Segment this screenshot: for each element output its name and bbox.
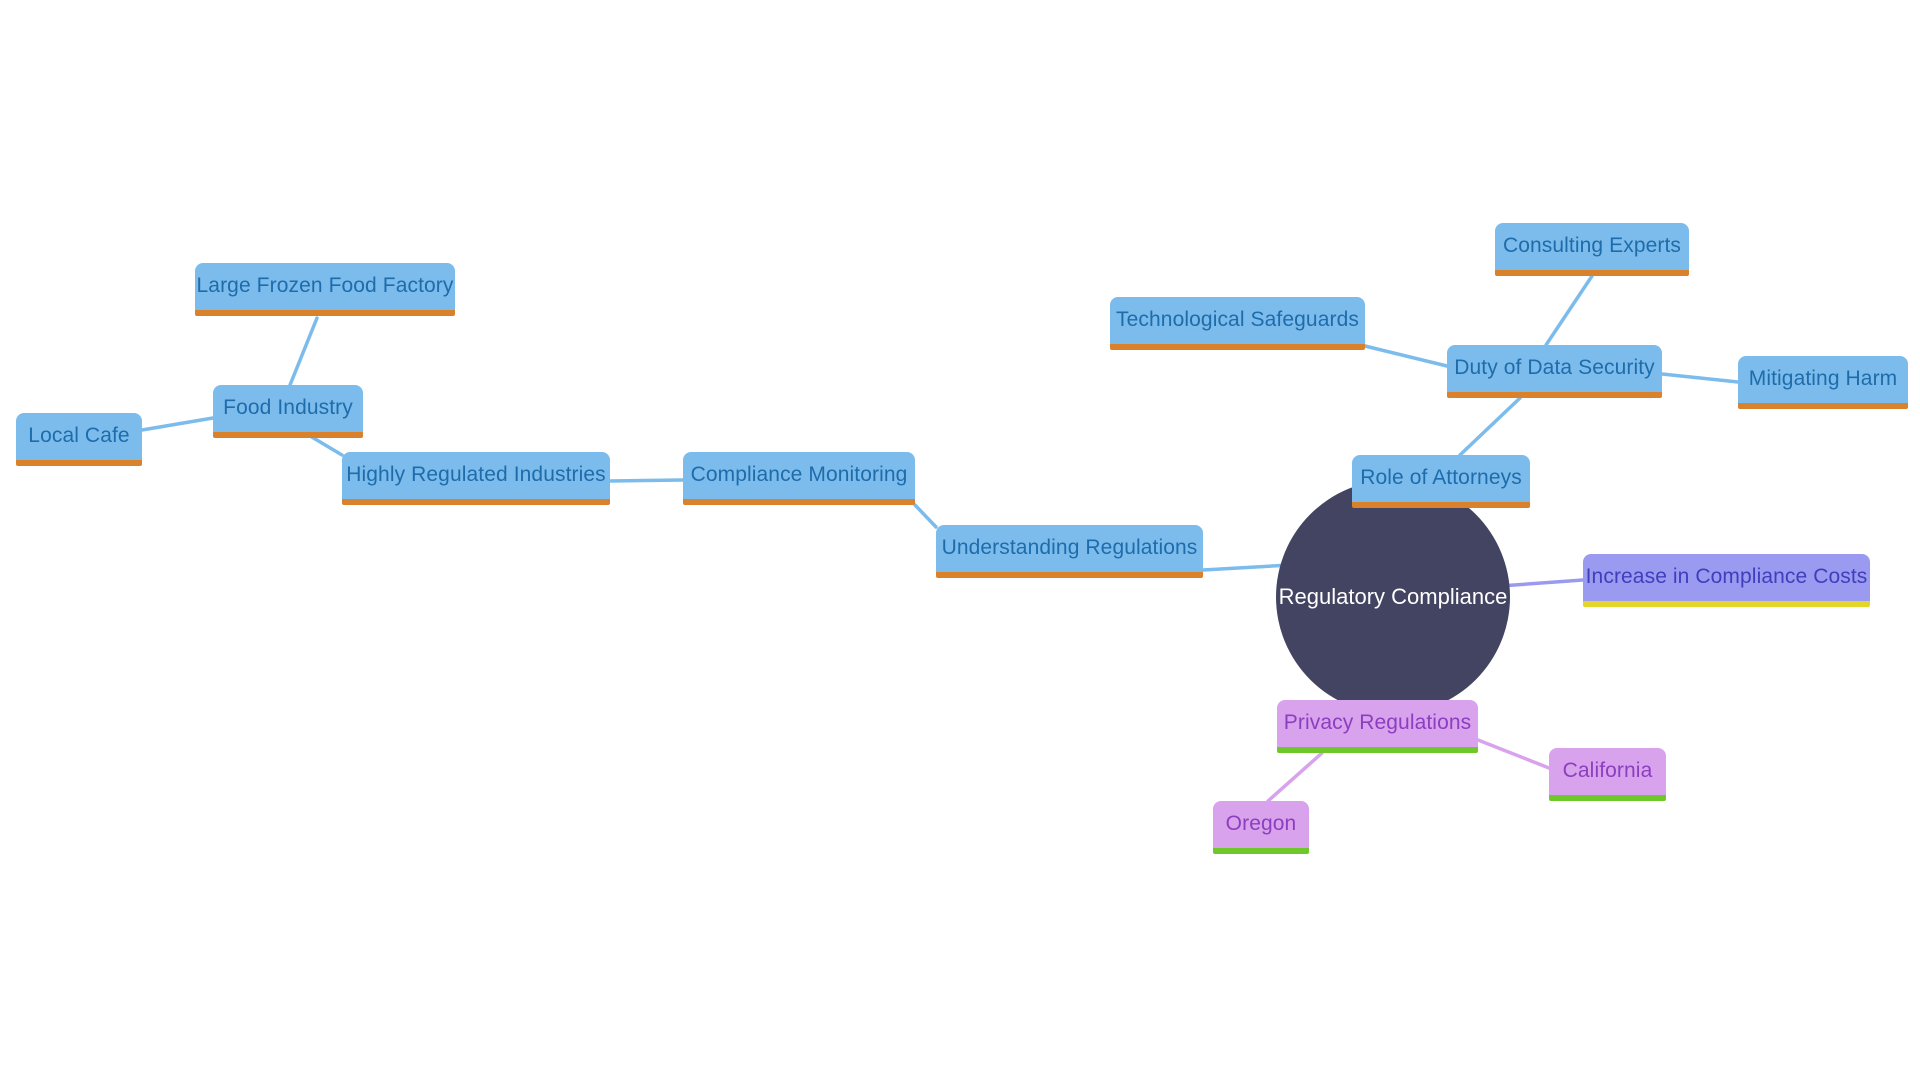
root-node-label: Regulatory Compliance [1278,584,1508,610]
node-label-food-industry: Food Industry [223,396,353,420]
node-label-privacy-regulations: Privacy Regulations [1283,711,1472,735]
edge-privacy-regulations-california [1476,738,1551,770]
edge-compliance-monitoring-highly-regulated-industries [608,478,685,483]
node-food-industry[interactable]: Food Industry [213,385,363,438]
edge-root-understanding-regulations [1201,563,1292,572]
edge-duty-of-data-security-consulting-experts [1544,274,1594,347]
edge-duty-of-data-security-technological-safeguards [1363,344,1449,368]
node-label-increase-in-compliance-costs: Increase in Compliance Costs [1585,565,1868,589]
node-privacy-regulations[interactable]: Privacy Regulations [1277,700,1478,753]
edge-privacy-regulations-oregon [1266,751,1324,803]
node-label-oregon: Oregon [1225,812,1297,836]
node-local-cafe[interactable]: Local Cafe [16,413,142,466]
node-label-local-cafe: Local Cafe [28,424,130,448]
node-label-california: California [1562,759,1653,783]
node-understanding-regulations[interactable]: Understanding Regulations [936,525,1203,578]
node-label-technological-safeguards: Technological Safeguards [1116,308,1359,332]
node-label-highly-regulated-industries: Highly Regulated Industries [346,463,606,487]
edge-root-increase-in-compliance-costs [1498,578,1585,588]
node-label-duty-of-data-security: Duty of Data Security [1454,356,1655,380]
node-oregon[interactable]: Oregon [1213,801,1309,854]
node-large-frozen-food-factory[interactable]: Large Frozen Food Factory [195,263,455,316]
node-mitigating-harm[interactable]: Mitigating Harm [1738,356,1908,409]
node-consulting-experts[interactable]: Consulting Experts [1495,223,1689,276]
node-label-understanding-regulations: Understanding Regulations [941,536,1198,560]
edge-understanding-regulations-compliance-monitoring [913,503,938,529]
root-node-root[interactable]: Regulatory Compliance [1276,480,1510,714]
node-california[interactable]: California [1549,748,1666,801]
node-increase-in-compliance-costs[interactable]: Increase in Compliance Costs [1583,554,1870,607]
node-label-consulting-experts: Consulting Experts [1502,234,1682,258]
node-highly-regulated-industries[interactable]: Highly Regulated Industries [342,452,610,505]
node-compliance-monitoring[interactable]: Compliance Monitoring [683,452,915,505]
node-label-compliance-monitoring: Compliance Monitoring [690,463,908,487]
node-label-mitigating-harm: Mitigating Harm [1748,367,1898,391]
mind-map-canvas: Regulatory Compliance Understanding Regul… [0,0,1920,1080]
edge-food-industry-local-cafe [140,416,215,432]
node-label-large-frozen-food-factory: Large Frozen Food Factory [196,274,454,298]
node-label-role-of-attorneys: Role of Attorneys [1360,466,1522,490]
edge-food-industry-large-frozen-food-factory [288,316,319,387]
edge-duty-of-data-security-mitigating-harm [1660,372,1740,384]
edge-role-of-attorneys-duty-of-data-security [1458,396,1522,457]
node-role-of-attorneys[interactable]: Role of Attorneys [1352,455,1530,508]
node-technological-safeguards[interactable]: Technological Safeguards [1110,297,1365,350]
node-duty-of-data-security[interactable]: Duty of Data Security [1447,345,1662,398]
